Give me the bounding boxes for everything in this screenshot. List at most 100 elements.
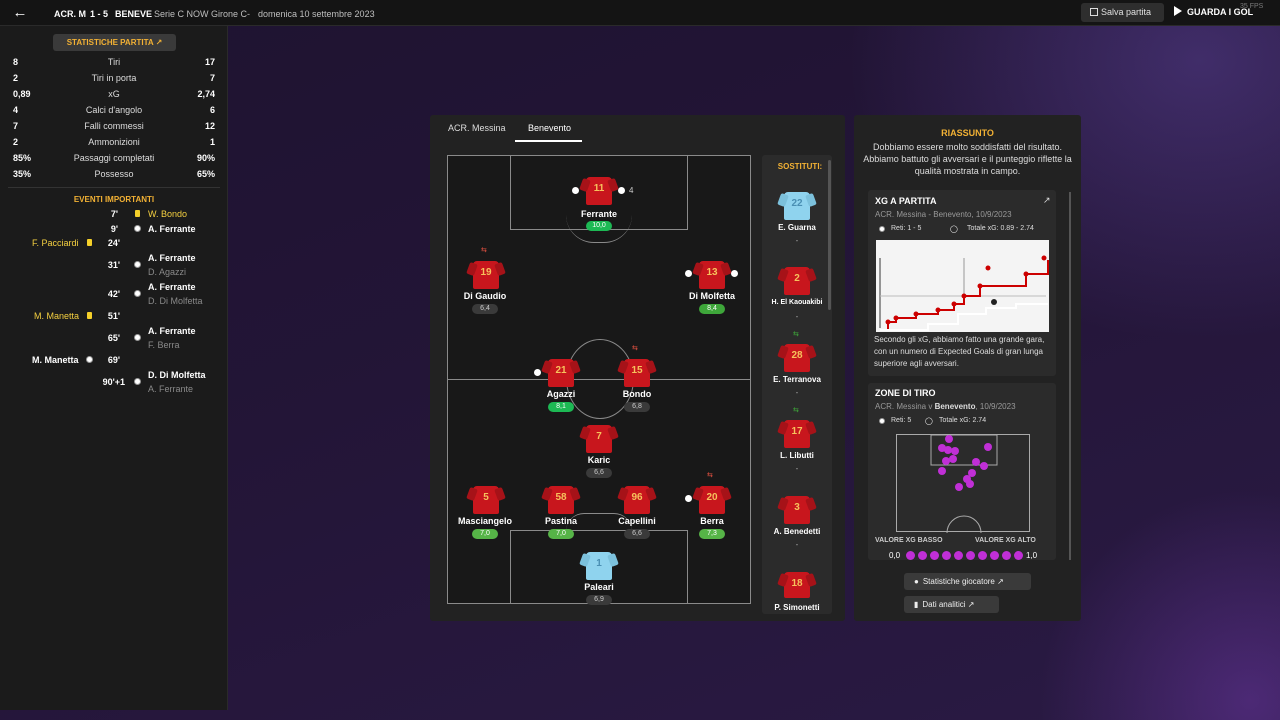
shirt-number: 22 — [791, 198, 803, 209]
player-shirt[interactable]: 19 — [473, 261, 499, 289]
sub-shirt[interactable]: 22 — [784, 192, 810, 220]
summary-scrollbar[interactable] — [1069, 192, 1071, 560]
player-stats-button[interactable]: ● Statistiche giocatore ↗ — [904, 573, 1031, 590]
shirt-number: 18 — [791, 578, 803, 589]
event-player: F. Pacciardi — [32, 238, 79, 248]
xg-chart-svg — [879, 255, 1049, 331]
goal-ball-icon — [685, 270, 692, 277]
player-shirt[interactable]: 96 — [624, 486, 650, 514]
player-name: Di Gaudio — [463, 291, 507, 301]
event-minute: 42' — [107, 289, 120, 299]
event-player: A. Ferrante — [148, 282, 196, 292]
player-name: Masciangelo — [457, 516, 513, 526]
goalkeeper-shirt[interactable]: 1 — [586, 552, 612, 580]
player-rating: 6,6 — [624, 529, 650, 539]
goals-count: 4 — [629, 186, 634, 195]
analytics-button[interactable]: ▮ Dati analitici ↗ — [904, 596, 999, 613]
xg-card-subtitle: ACR. Messina - Benevento, 10/9/2023 — [875, 210, 1012, 219]
substitution-icon: ⇆ — [793, 407, 799, 414]
competition-name: Serie C NOW Girone C — [154, 9, 248, 19]
sub-shirt[interactable]: 18 — [784, 572, 810, 598]
player-shirt[interactable]: 5 — [473, 486, 499, 514]
xg-min-value: 0,0 — [889, 551, 901, 560]
sub-rating: - — [795, 540, 799, 549]
player-name: Capellini — [618, 516, 656, 526]
shot-dot — [942, 457, 950, 465]
event-player: W. Bondo — [148, 209, 188, 219]
fps-counter: 35 FPS — [1240, 3, 1264, 10]
player-shirt[interactable]: 21 — [548, 359, 574, 387]
event-minute: 51' — [107, 311, 120, 321]
goal-ball-icon — [879, 226, 885, 232]
save-match-button[interactable]: Salva partita — [1081, 3, 1164, 22]
goal-ball-icon — [731, 270, 738, 277]
player-rating: 6,6 — [586, 468, 612, 478]
player-shirt[interactable]: 7 — [586, 425, 612, 453]
legend-dot — [966, 551, 975, 560]
tab-benevento[interactable]: Benevento — [528, 123, 571, 133]
goal-ball-icon — [134, 378, 141, 385]
shirt-number: 5 — [483, 492, 489, 503]
xg-low-label: VALORE XG BASSO — [875, 537, 943, 544]
goal-marker — [991, 299, 997, 305]
shot-marker — [885, 319, 891, 325]
match-stats-button[interactable]: STATISTICHE PARTITA ↗ — [53, 34, 176, 51]
legend-dot — [954, 551, 963, 560]
sub-name: E. Guarna — [778, 223, 816, 232]
sub-shirt[interactable]: 28 — [784, 344, 810, 372]
player-shirt[interactable]: 15 — [624, 359, 650, 387]
shirt-number: 20 — [706, 492, 718, 503]
player-rating: 6,4 — [472, 304, 498, 314]
save-match-label: Salva partita — [1101, 7, 1152, 17]
stat-row: 2 Tiri in porta 7 — [13, 73, 215, 87]
player-shirt[interactable]: 20 — [699, 486, 725, 514]
legend-dot — [978, 551, 987, 560]
shot-map-svg — [930, 434, 998, 534]
goal-ball-icon — [134, 290, 141, 297]
stat-label: Possesso — [94, 169, 134, 179]
event-minute: 24' — [107, 238, 120, 248]
event-minute: 90'+1 — [102, 377, 125, 387]
shot-marker — [961, 293, 967, 299]
back-arrow-icon[interactable]: ← — [8, 4, 32, 22]
xg-card-goals: Reti: 1 - 5 — [891, 225, 922, 232]
play-icon — [1174, 6, 1182, 16]
goal-ball-icon — [685, 495, 692, 502]
stat-label: Ammonizioni — [88, 137, 140, 147]
player-shirt[interactable]: 11 — [586, 177, 612, 205]
player-shirt[interactable]: 58 — [548, 486, 574, 514]
goal-ball-icon — [134, 261, 141, 268]
event-player: D. Di Molfetta — [148, 370, 206, 380]
stat-label: Falli commessi — [84, 121, 144, 131]
event-minute: 7' — [110, 209, 118, 219]
sub-shirt[interactable]: 3 — [784, 496, 810, 524]
xg-icon: ◯ — [925, 418, 933, 425]
stat-label: Tiri in porta — [91, 73, 137, 83]
goal-ball-icon — [534, 369, 541, 376]
substitution-icon: ⇆ — [481, 247, 487, 254]
player-rating: 8,4 — [699, 304, 725, 314]
stat-label: xG — [108, 89, 120, 99]
sub-shirt[interactable]: 17 — [784, 420, 810, 448]
shot-dot — [966, 480, 974, 488]
shot-marker — [893, 315, 899, 321]
expand-icon[interactable]: ↗ — [1043, 195, 1051, 206]
stat-row: 7 Falli commessi 12 — [13, 121, 215, 135]
shot-dot — [938, 467, 946, 475]
tab-acr-messina[interactable]: ACR. Messina — [448, 123, 506, 133]
sub-shirt[interactable]: 2 — [784, 267, 810, 295]
subs-scrollbar[interactable] — [828, 160, 831, 310]
player-shirt[interactable]: 13 — [699, 261, 725, 289]
goal-ball-icon — [572, 187, 579, 194]
goal-ball-icon — [879, 418, 885, 424]
event-player: M. Manetta — [32, 355, 79, 365]
shirt-number: 7 — [596, 431, 602, 442]
shot-dot — [951, 447, 959, 455]
stat-away: 65% — [196, 169, 215, 179]
event-player: M. Manetta — [34, 311, 80, 321]
player-rating: 8,1 — [548, 402, 574, 412]
arc — [946, 515, 982, 534]
events-title: EVENTI IMPORTANTI — [73, 195, 155, 204]
event-player: A. Ferrante — [148, 326, 196, 336]
legend-dot — [942, 551, 951, 560]
